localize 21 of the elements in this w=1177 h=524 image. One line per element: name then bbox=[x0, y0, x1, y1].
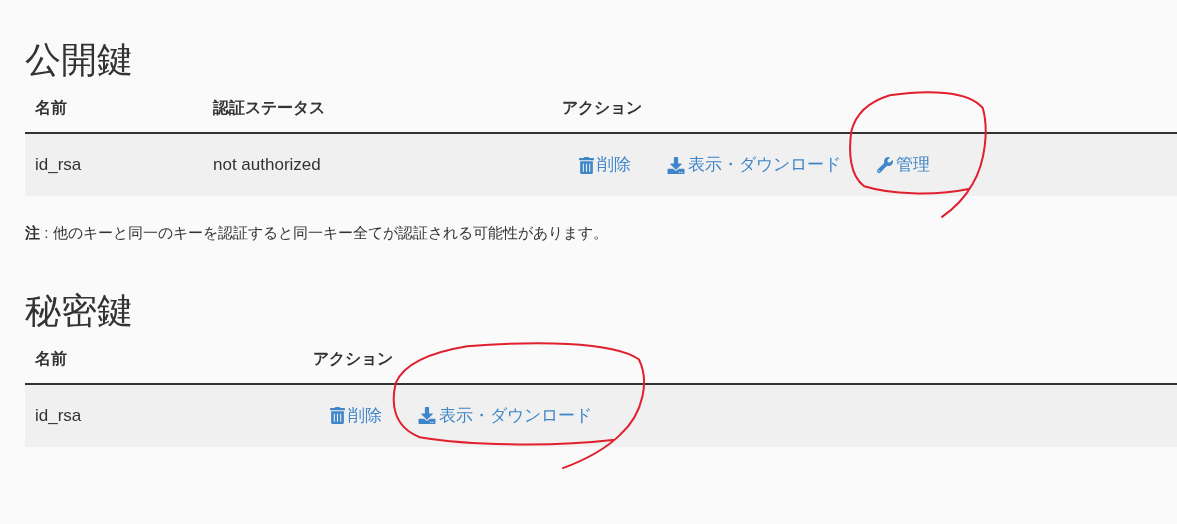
delete-link[interactable]: 削除 bbox=[579, 152, 631, 178]
column-header: 名前 bbox=[35, 99, 67, 116]
table-cell: id_rsa bbox=[35, 155, 82, 175]
delete-link[interactable]: 削除 bbox=[330, 402, 382, 429]
column-header: アクション bbox=[562, 99, 642, 116]
column-header: 名前 bbox=[35, 349, 67, 367]
download-link[interactable]: 表示・ダウンロード bbox=[418, 402, 592, 429]
section-heading: 秘密鍵 bbox=[25, 288, 133, 333]
column-header: 認証ステータス bbox=[213, 99, 325, 116]
download-link[interactable]: 表示・ダウンロード bbox=[667, 152, 841, 178]
table-cell: not authorized bbox=[213, 155, 321, 175]
download-icon bbox=[667, 156, 685, 174]
trash-icon bbox=[330, 407, 345, 424]
note-text: 注 : 他のキーと同一のキーを認証すると同一キー全てが認証される可能性があります。 bbox=[25, 223, 608, 243]
download-icon bbox=[418, 407, 436, 424]
table-cell: id_rsa bbox=[35, 405, 82, 425]
column-header: アクション bbox=[313, 349, 393, 367]
wrench-icon bbox=[877, 157, 893, 173]
manage-link[interactable]: 管理 bbox=[877, 152, 930, 178]
trash-icon bbox=[579, 156, 594, 174]
section-heading: 公開鍵 bbox=[25, 38, 133, 82]
